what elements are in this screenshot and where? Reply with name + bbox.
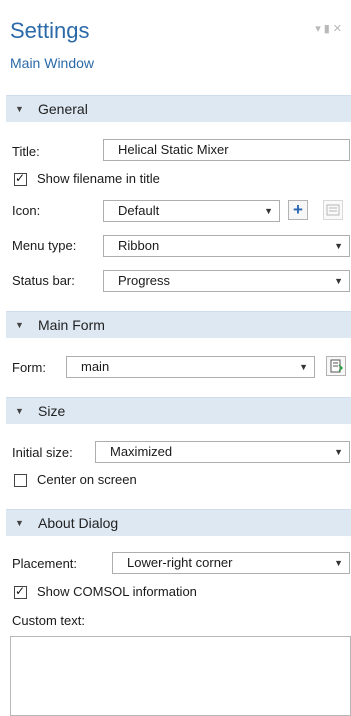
custom-text-label: Custom text: [12,613,85,628]
collapse-icon: ▼ [15,406,24,416]
show-filename-label: Show filename in title [37,171,160,186]
edit-icon-button[interactable] [323,200,343,220]
chevron-down-icon: ▼ [264,206,273,216]
chevron-down-icon: ▼ [299,362,308,372]
page-subtitle: Main Window [10,55,95,71]
custom-text-area[interactable] [10,636,351,716]
section-size[interactable]: ▼ Size [6,397,351,424]
chevron-down-icon: ▼ [334,241,343,251]
section-main-form[interactable]: ▼ Main Form [6,311,351,338]
status-bar-select[interactable]: Progress ▼ [103,270,350,292]
chevron-down-icon: ▼ [334,447,343,457]
title-input[interactable]: Helical Static Mixer [103,139,350,161]
page-title: Settings [10,18,90,43]
window-controls: ▾▮✕ [315,22,345,35]
form-label: Form: [12,360,46,375]
checkmark-icon: ✓ [15,171,26,185]
show-filename-checkbox[interactable]: ✓ [14,171,27,186]
collapse-icon: ▼ [15,518,24,528]
settings-panel: Settings Main Window ▾▮✕ ▼ General Title… [0,0,351,716]
edit-icon [326,204,340,216]
checkmark-icon: ✓ [15,584,26,598]
menu-type-select[interactable]: Ribbon ▼ [103,235,350,257]
pin-icon[interactable]: ▮ [324,23,333,35]
icon-label: Icon: [12,203,41,218]
form-select[interactable]: main ▼ [66,356,315,378]
placement-label: Placement: [12,556,78,571]
add-icon-button[interactable]: + [288,200,308,220]
section-general[interactable]: ▼ General [6,95,351,122]
show-comsol-label: Show COMSOL information [37,584,197,599]
form-icon [330,359,344,373]
chevron-down-icon: ▼ [334,558,343,568]
center-on-screen-checkbox[interactable] [14,474,27,487]
center-on-screen-label: Center on screen [37,472,137,487]
form-action-button[interactable] [326,356,346,376]
status-bar-label: Status bar: [12,273,75,288]
initial-size-select[interactable]: Maximized ▼ [95,441,350,463]
title-label: Title: [12,144,40,159]
menu-type-label: Menu type: [12,238,77,253]
close-icon[interactable]: ✕ [333,23,345,35]
initial-size-label: Initial size: [12,445,73,460]
show-comsol-checkbox[interactable]: ✓ [14,584,27,599]
placement-select[interactable]: Lower-right corner ▼ [112,552,350,574]
collapse-icon: ▼ [15,104,24,114]
collapse-icon: ▼ [15,320,24,330]
chevron-down-icon: ▼ [334,276,343,286]
dropdown-icon[interactable]: ▾ [315,23,324,35]
plus-icon: + [293,200,303,219]
section-about-dialog[interactable]: ▼ About Dialog [6,509,351,536]
icon-select[interactable]: Default ▼ [103,200,280,222]
